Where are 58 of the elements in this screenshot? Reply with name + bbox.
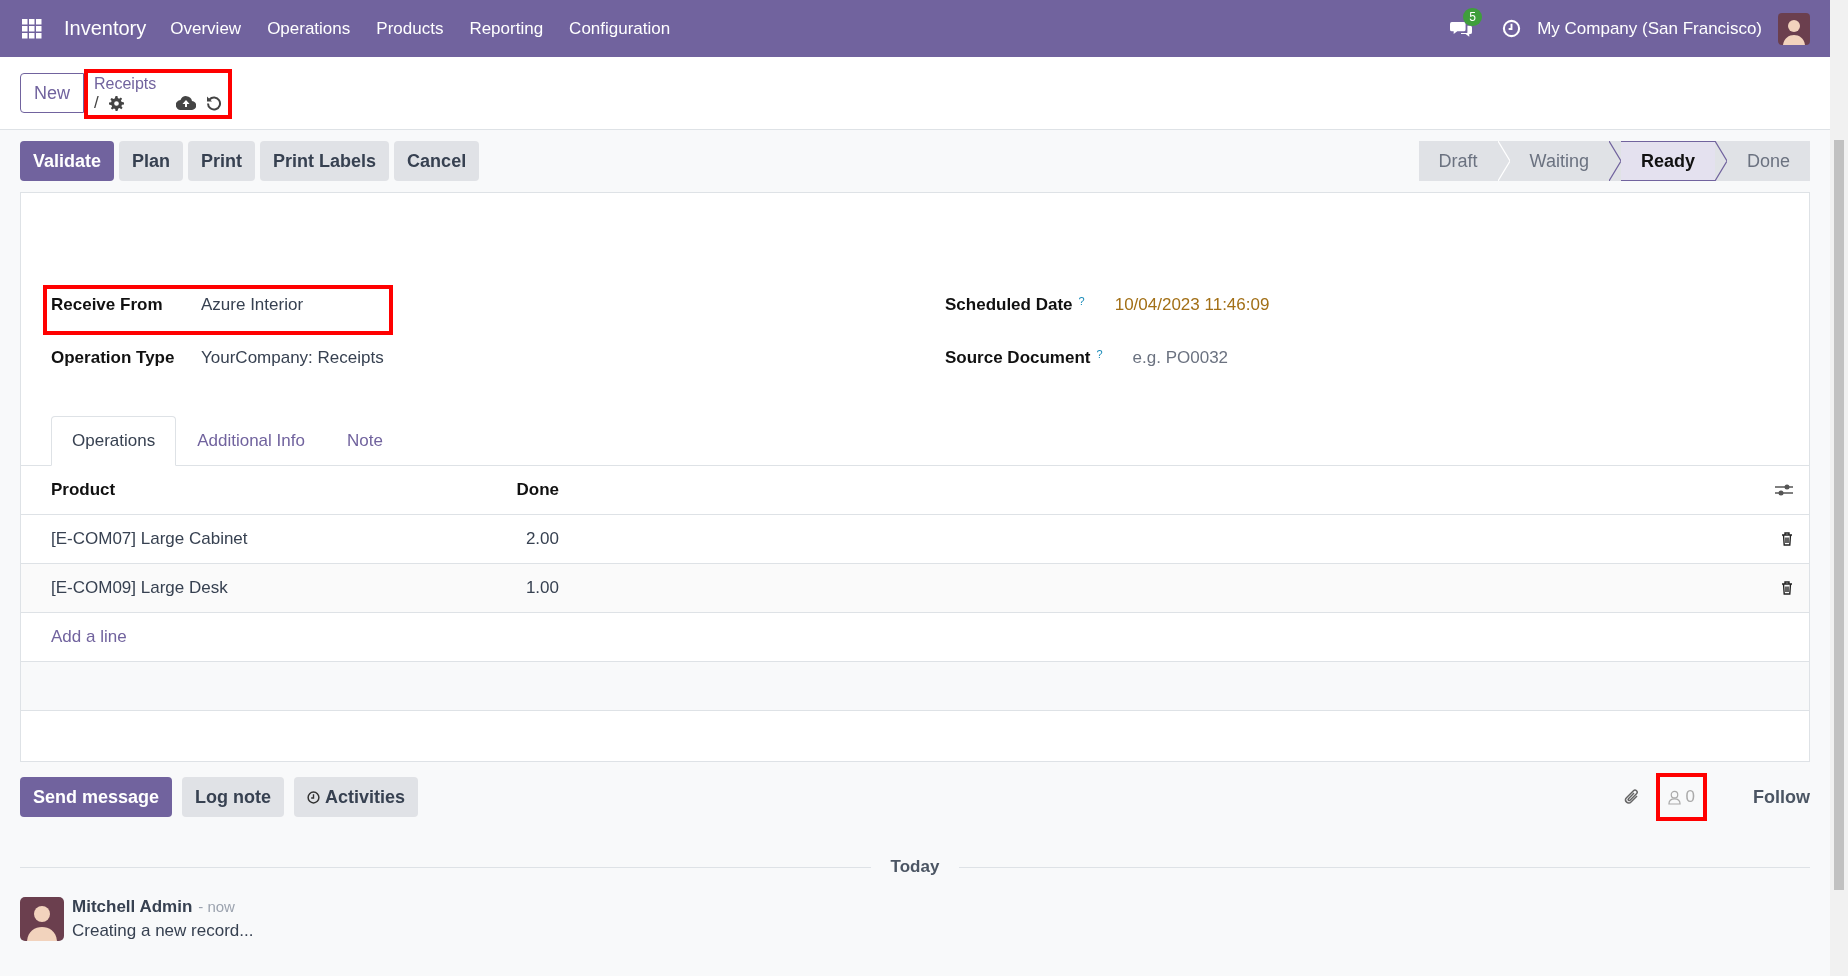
table-cell-text: [E-COM07] Large Cabinet (51, 529, 249, 549)
scrollbar[interactable] (1830, 0, 1848, 976)
paperclip-icon[interactable] (1623, 788, 1640, 806)
company-switcher[interactable]: My Company (San Francisco) (1537, 18, 1762, 39)
field-label: Source Document (945, 348, 1091, 368)
message-time: - now (198, 898, 235, 915)
action-button[interactable]: Plan (119, 141, 184, 181)
tab[interactable]: Additional Info (176, 416, 326, 466)
app-grid-icon[interactable] (22, 18, 42, 39)
follow-button[interactable]: Follow (1753, 786, 1810, 808)
user-avatar[interactable] (1778, 12, 1810, 45)
cloud-upload-icon[interactable] (175, 96, 196, 110)
message-count-badge: 5 (1463, 8, 1482, 26)
field-label: Operation Type (51, 348, 176, 368)
tab[interactable]: Note (325, 416, 404, 466)
field-label: Receive From (51, 295, 164, 315)
breadcrumb-link[interactable]: Receipts (94, 75, 222, 93)
chatter-button[interactable]: Log note (182, 777, 285, 817)
chatter-button[interactable]: Send message (20, 777, 173, 817)
menu-item[interactable]: Operations (267, 18, 351, 39)
column-header[interactable]: Product (51, 480, 451, 500)
action-button[interactable]: Cancel (394, 141, 480, 181)
new-button[interactable]: New (20, 73, 84, 113)
field-value[interactable]: Azure Interior (201, 295, 304, 315)
help-tooltip-mark[interactable]: ? (1078, 295, 1085, 307)
clock-icon (307, 790, 321, 804)
date-separator: Today (890, 857, 940, 877)
menu-item[interactable]: Reporting (469, 18, 544, 39)
status-stage[interactable]: Ready (1620, 141, 1715, 181)
tab[interactable]: Operations (51, 416, 177, 466)
add-line-link[interactable]: Add a line (51, 627, 451, 647)
app-name[interactable]: Inventory (64, 17, 147, 40)
menu-item[interactable]: Overview (170, 18, 242, 39)
field-label: Scheduled Date (945, 295, 1073, 315)
trash-icon[interactable] (1781, 532, 1793, 546)
settings-icon[interactable] (108, 95, 124, 111)
column-settings-icon[interactable] (1775, 483, 1793, 497)
action-button[interactable]: Validate (20, 141, 115, 181)
action-button[interactable]: Print (188, 141, 256, 181)
avatar-silhouette (20, 897, 64, 941)
message-author[interactable]: Mitchell Admin (72, 897, 193, 917)
menu-item[interactable]: Configuration (569, 18, 671, 39)
field-value[interactable]: YourCompany: Receipts (201, 348, 384, 368)
table-cell-text: 1.00 (524, 578, 559, 598)
column-header[interactable]: Done (451, 480, 559, 500)
trash-icon[interactable] (1781, 581, 1793, 595)
chatter-button[interactable]: Activities (294, 777, 419, 817)
date-value[interactable]: 10/04/2023 11:46:09 (1114, 295, 1270, 315)
chat-bubbles-icon[interactable] (1450, 19, 1473, 38)
table-cell-text: [E-COM09] Large Desk (51, 578, 229, 598)
menu-item[interactable]: Products (376, 18, 444, 39)
clock-icon[interactable] (1502, 19, 1522, 38)
breadcrumb-separator: / (94, 93, 99, 113)
action-button[interactable]: Print Labels (260, 141, 390, 181)
undo-icon[interactable] (205, 95, 222, 111)
help-tooltip-mark[interactable]: ? (1096, 348, 1103, 360)
table-cell-text: 2.00 (524, 529, 559, 549)
message-text: Creating a new record... (72, 921, 254, 941)
